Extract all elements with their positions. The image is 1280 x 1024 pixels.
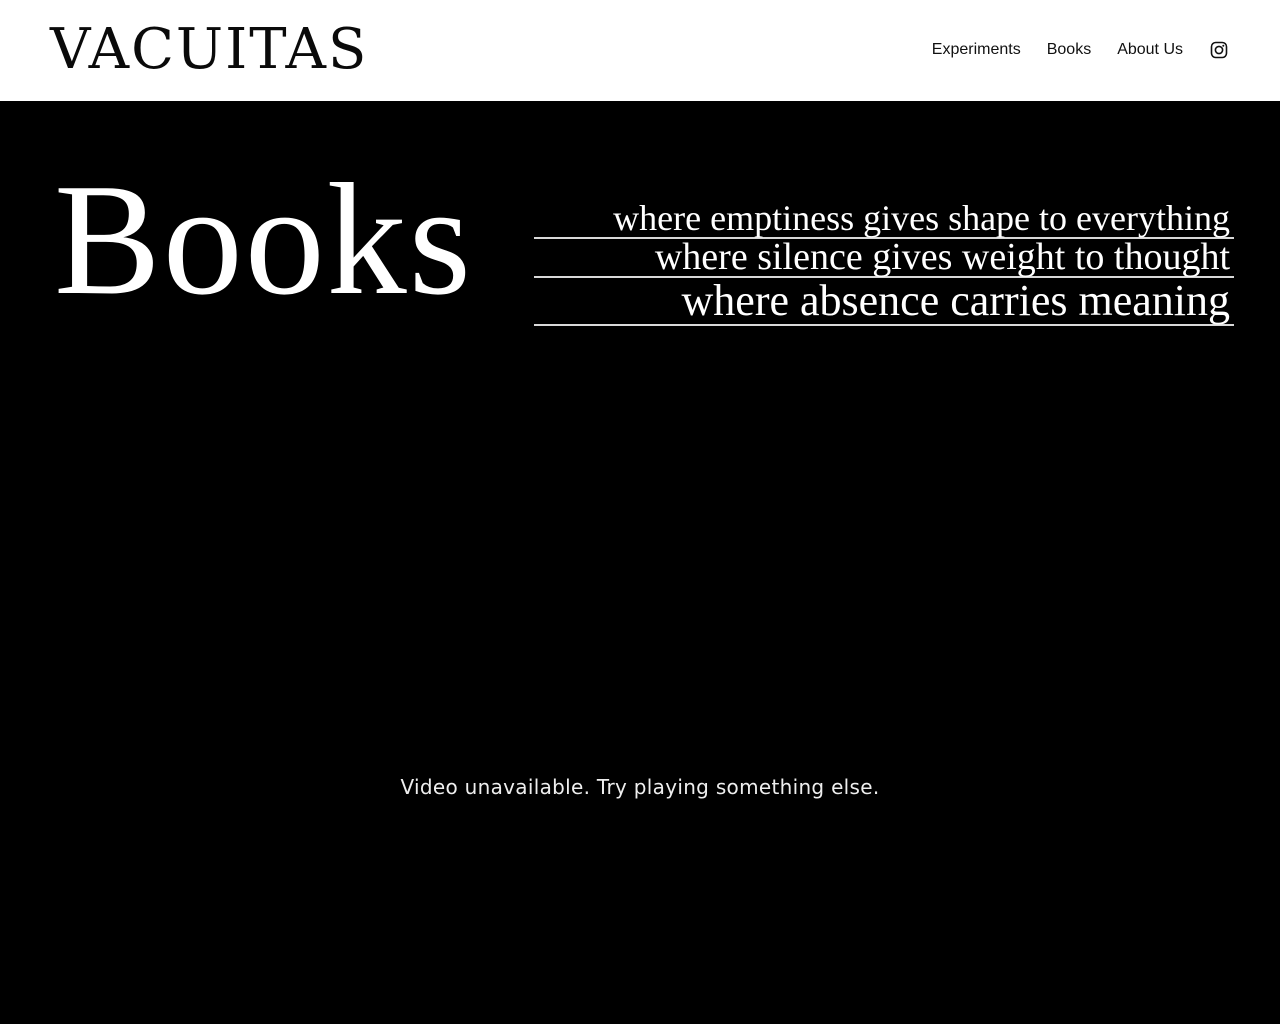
tagline: where absence carries meaning: [534, 278, 1234, 326]
nav-experiments-link[interactable]: Experiments: [932, 36, 1021, 64]
site-header: VACUITAS Experiments Books About Us: [0, 0, 1280, 101]
tagline-list: where emptiness gives shape to everythin…: [534, 199, 1234, 326]
nav-books-link[interactable]: Books: [1047, 36, 1091, 64]
tagline: where silence gives weight to thought: [534, 238, 1234, 278]
main-nav: Experiments Books About Us: [932, 36, 1228, 64]
instagram-icon: [1210, 41, 1228, 59]
instagram-link[interactable]: [1210, 41, 1228, 59]
hero-section: Books where emptiness gives shape to eve…: [0, 101, 1280, 1024]
site-logo[interactable]: VACUITAS: [50, 18, 368, 82]
tagline: where emptiness gives shape to everythin…: [534, 199, 1234, 239]
video-unavailable-message: Video unavailable. Try playing something…: [400, 775, 880, 799]
nav-about-us-link[interactable]: About Us: [1117, 36, 1183, 64]
page-title: Books: [54, 150, 473, 328]
